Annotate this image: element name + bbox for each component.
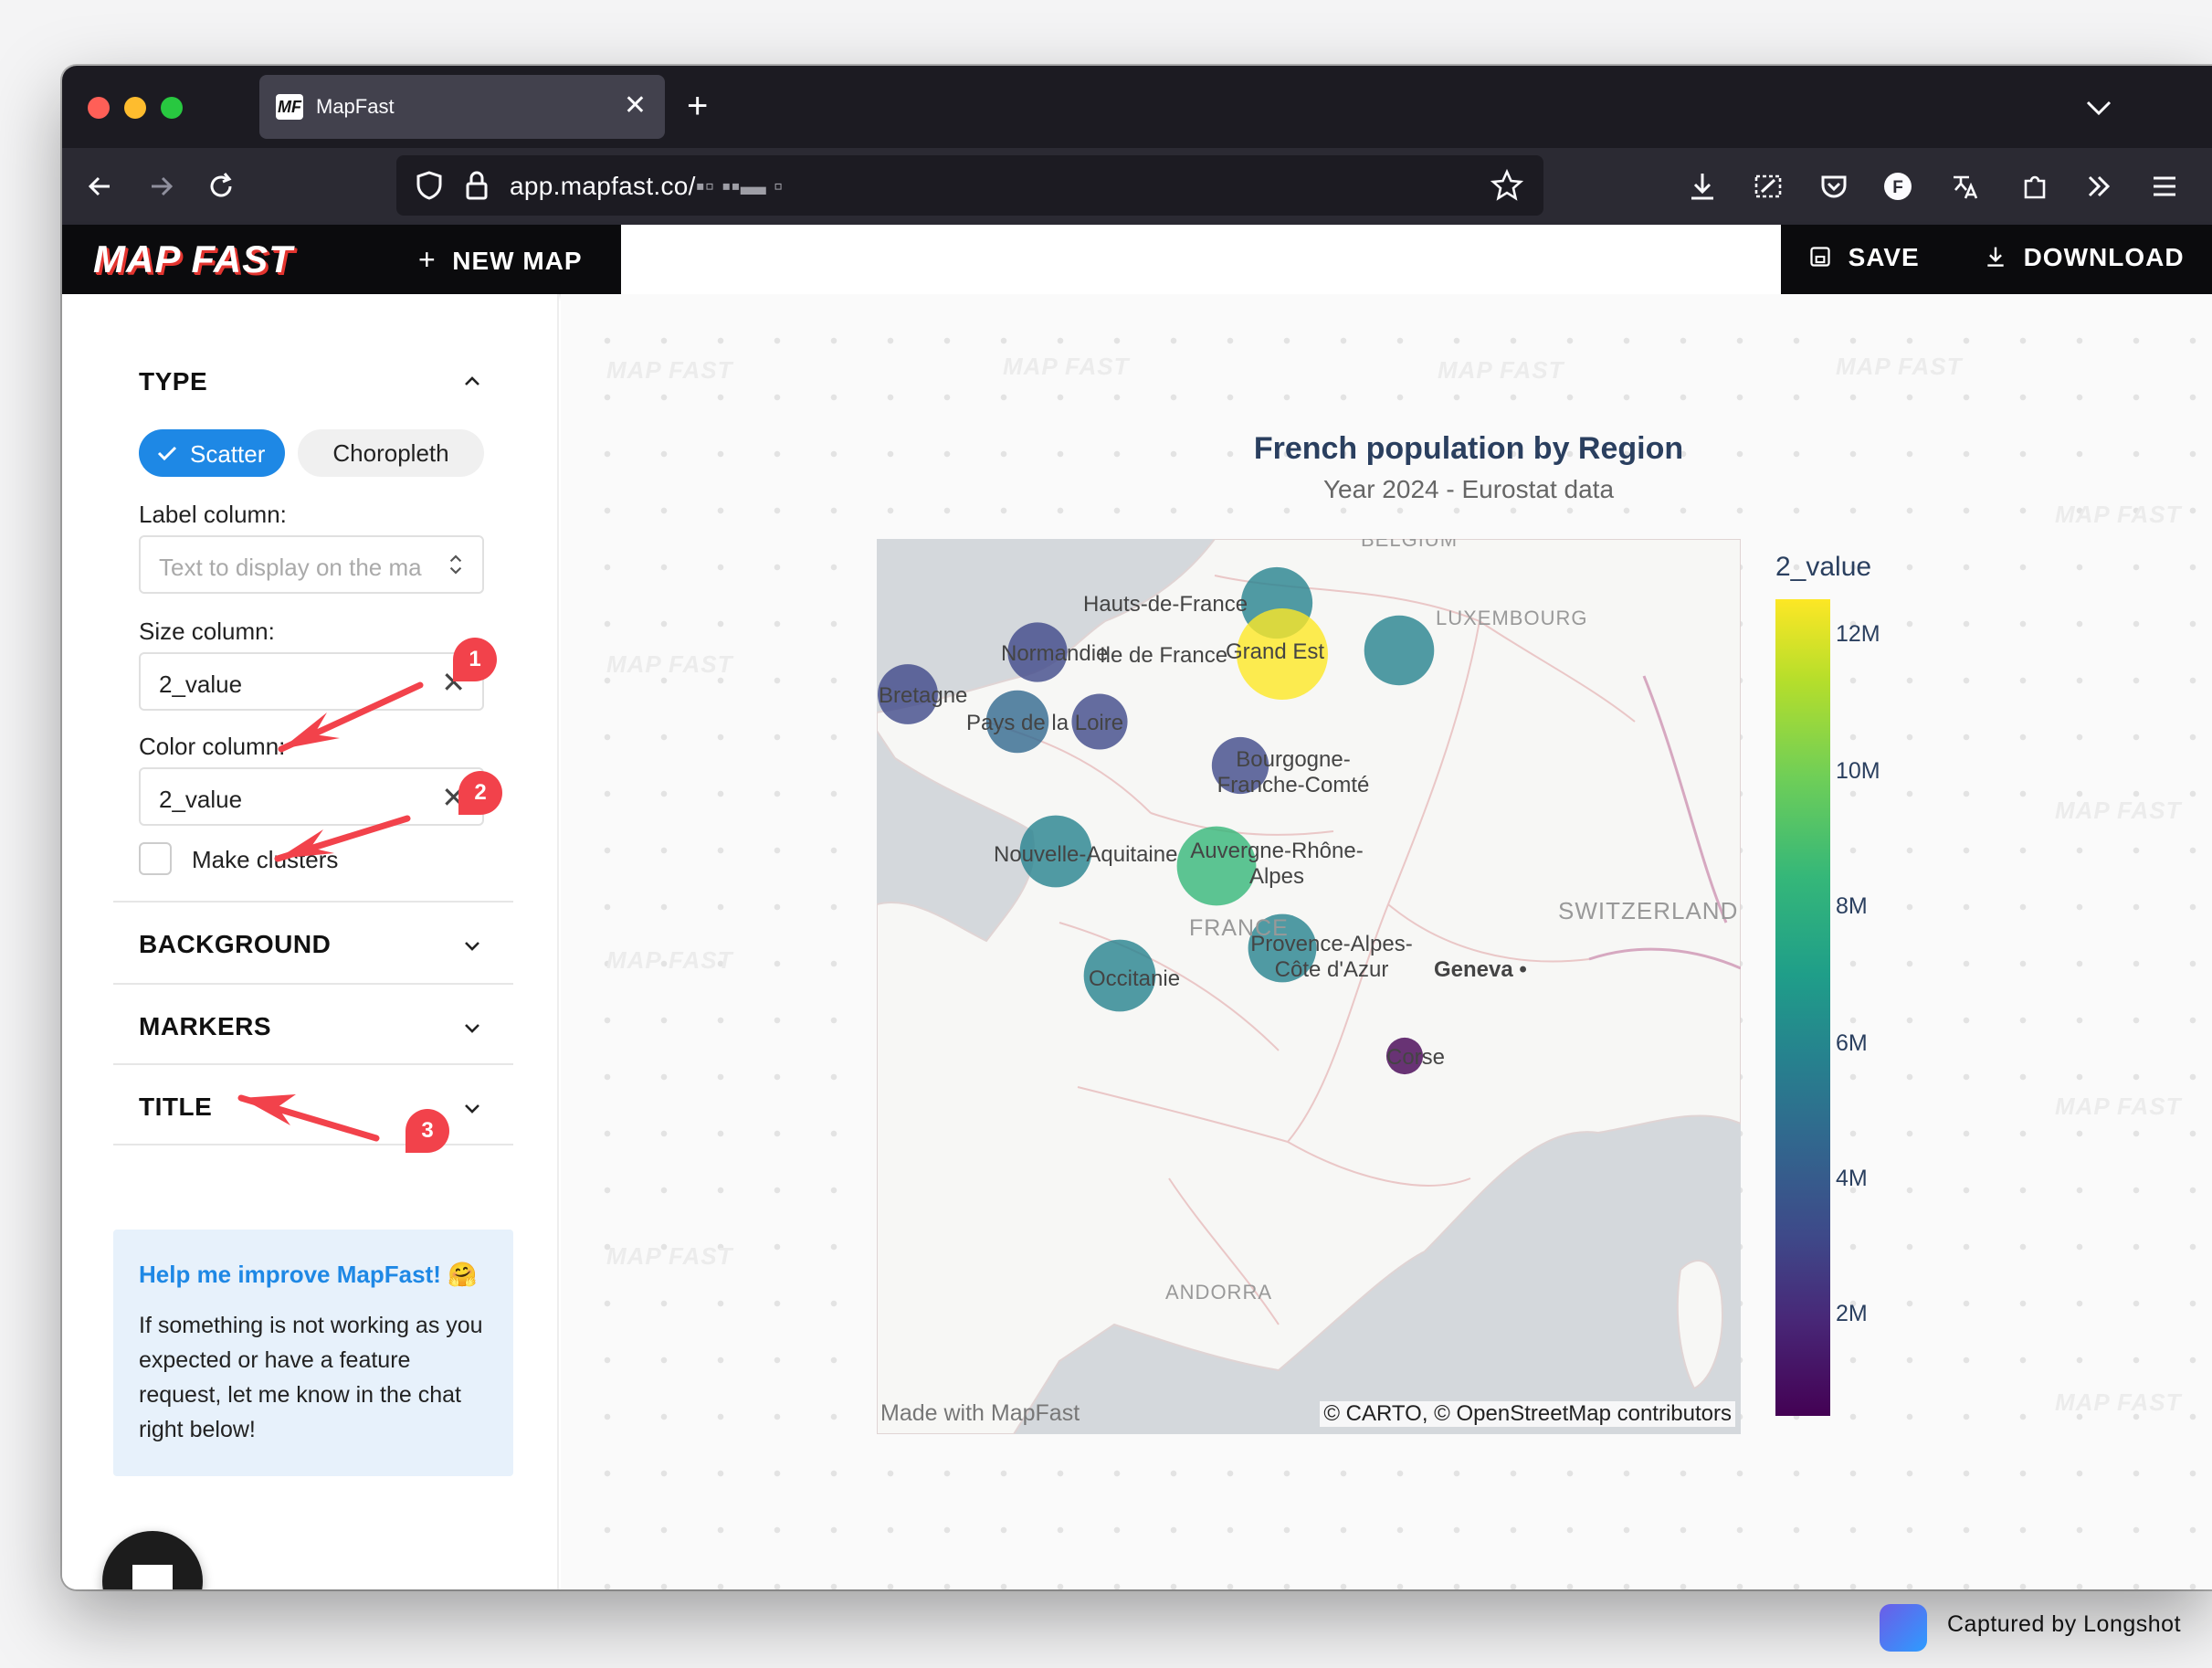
app-header: MAP FAST + NEW MAP SAVE DOWNLOAD bbox=[62, 225, 2212, 294]
watermark: MAP FAST bbox=[1836, 353, 1963, 380]
app-brand-bar: MAP FAST + NEW MAP bbox=[62, 225, 621, 294]
hamburger-menu-icon[interactable] bbox=[2146, 168, 2183, 205]
marker-label: Bourgogne-Franche-Comté bbox=[1217, 747, 1370, 797]
minimize-window-button[interactable] bbox=[124, 97, 146, 119]
watermark: MAP FAST bbox=[2055, 1093, 2182, 1120]
floppy-disk-icon bbox=[1810, 247, 1830, 267]
new-map-button[interactable]: + NEW MAP bbox=[418, 243, 583, 277]
mapfast-logo[interactable]: MAP FAST bbox=[93, 238, 293, 281]
close-tab-icon[interactable]: ✕ bbox=[624, 90, 647, 122]
forward-arrow-icon[interactable] bbox=[142, 168, 179, 205]
marker-label: Nouvelle-Aquitaine bbox=[994, 842, 1178, 867]
logo-text: MAP FAST bbox=[93, 238, 293, 280]
annotation-arrows bbox=[237, 681, 424, 1142]
downloads-icon[interactable] bbox=[1684, 168, 1721, 205]
watermark: MAP FAST bbox=[2055, 501, 2182, 528]
map-title[interactable]: French population by Region bbox=[1195, 431, 1743, 467]
watermark: MAP FAST bbox=[606, 946, 733, 974]
colorbar-tick-label: 4M bbox=[1836, 1166, 1868, 1191]
marker-label: Auvergne-Rhône-Alpes bbox=[1190, 839, 1364, 889]
tab-list-chevron-icon[interactable] bbox=[2080, 90, 2117, 126]
reload-icon[interactable] bbox=[203, 168, 239, 205]
annotation-badge-3: 3 bbox=[406, 1109, 449, 1153]
tab-title: MapFast bbox=[316, 95, 395, 118]
pocket-icon[interactable] bbox=[1816, 168, 1852, 205]
marker-label: Corse bbox=[1386, 1045, 1446, 1070]
download-label: DOWNLOAD bbox=[2023, 243, 2185, 271]
profile-avatar-icon[interactable]: F bbox=[1880, 168, 1916, 205]
marker-label: Bretagne bbox=[879, 683, 968, 708]
header-actions: SAVE DOWNLOAD bbox=[1781, 225, 2212, 294]
marker-label: Provence-Alpes-Côte d'Azur bbox=[1250, 932, 1413, 982]
marker-label: Grand Est bbox=[1226, 639, 1325, 664]
colorbar-tick-label: 10M bbox=[1836, 758, 1880, 784]
browser-tab-bar: MF MapFast ✕ + bbox=[62, 66, 2212, 148]
annotation-badge-1: 1 bbox=[453, 638, 497, 681]
marker-label: Pays de la Loire bbox=[966, 711, 1124, 735]
save-label: SAVE bbox=[1848, 243, 1920, 271]
chat-launcher-button[interactable] bbox=[102, 1531, 203, 1589]
shield-icon[interactable] bbox=[411, 167, 448, 204]
zoom-window-button[interactable] bbox=[161, 97, 183, 119]
watermark: MAP FAST bbox=[1003, 353, 1130, 380]
marker-label: Normandie bbox=[1001, 641, 1109, 666]
capture-credit: Captured by Longshot bbox=[1947, 1611, 2182, 1637]
browser-window: MF MapFast ✕ + app.mapfast.co/▪▫ ▪▪▬ ▫ F… bbox=[62, 66, 2212, 1589]
plus-icon: + bbox=[418, 243, 437, 276]
made-with-credit: Made with MapFast bbox=[880, 1400, 1080, 1426]
url-domain: app.mapfast.co/ bbox=[510, 172, 696, 200]
save-button[interactable]: SAVE bbox=[1808, 243, 1920, 272]
download-button[interactable]: DOWNLOAD bbox=[1984, 243, 2185, 272]
translate-icon[interactable] bbox=[1947, 168, 1984, 205]
browser-nav-bar: app.mapfast.co/▪▫ ▪▪▬ ▫ F bbox=[62, 148, 2212, 225]
browser-tab[interactable]: MF MapFast ✕ bbox=[259, 75, 665, 139]
watermark: MAP FAST bbox=[606, 1242, 733, 1270]
annotation-badge-2: 2 bbox=[458, 771, 502, 815]
osm-attribution[interactable]: © CARTO, © OpenStreetMap contributors bbox=[1320, 1401, 1735, 1427]
help-title: Help me improve MapFast! 🤗 bbox=[139, 1261, 478, 1288]
extensions-puzzle-icon[interactable] bbox=[2017, 168, 2053, 205]
url-path-redacted: ▪▫ ▪▪▬ ▫ bbox=[695, 172, 784, 200]
marker-label: Ile de France bbox=[1100, 643, 1228, 668]
colorbar-tick-label: 8M bbox=[1836, 893, 1868, 919]
colorbar-tick-label: 2M bbox=[1836, 1301, 1868, 1326]
watermark: MAP FAST bbox=[606, 650, 733, 678]
longshot-logo-icon bbox=[1880, 1604, 1927, 1652]
watermark: MAP FAST bbox=[606, 356, 733, 384]
chat-bubble-icon bbox=[132, 1565, 173, 1589]
help-callout: Help me improve MapFast! 🤗 If something … bbox=[113, 1230, 513, 1476]
url-bar[interactable]: app.mapfast.co/▪▫ ▪▪▬ ▫ bbox=[396, 155, 1543, 216]
url-text[interactable]: app.mapfast.co/▪▫ ▪▪▬ ▫ bbox=[510, 172, 783, 201]
point-labels-layer: Hauts-de-France Ile de France Grand Est Nor… bbox=[877, 539, 1741, 1434]
back-arrow-icon[interactable] bbox=[82, 168, 119, 205]
mapfast-favicon-icon: MF bbox=[276, 94, 303, 120]
map-subtitle[interactable]: Year 2024 - Eurostat data bbox=[1195, 475, 1743, 504]
download-icon bbox=[1987, 247, 2004, 267]
marker-label: Occitanie bbox=[1089, 966, 1181, 991]
colorbar-title: 2_value bbox=[1775, 552, 1872, 582]
screenshot-icon[interactable] bbox=[1750, 168, 1786, 205]
lock-icon[interactable] bbox=[458, 167, 495, 204]
marker-label: Hauts-de-France bbox=[1083, 592, 1248, 617]
bookmark-star-icon[interactable] bbox=[1489, 167, 1525, 204]
watermark: MAP FAST bbox=[1438, 356, 1564, 384]
colorbar bbox=[1775, 599, 1830, 1416]
colorbar-tick-label: 12M bbox=[1836, 621, 1880, 647]
close-window-button[interactable] bbox=[88, 97, 110, 119]
help-body: If something is not working as you expec… bbox=[139, 1313, 483, 1442]
watermark: MAP FAST bbox=[2055, 1388, 2182, 1416]
overflow-chevrons-icon[interactable] bbox=[2080, 168, 2117, 205]
watermark: MAP FAST bbox=[2055, 797, 2182, 824]
colorbar-tick-label: 6M bbox=[1836, 1030, 1868, 1056]
profile-initial: F bbox=[1892, 178, 1903, 197]
map-canvas: MAP FAST MAP FAST MAP FAST MAP FAST MAP … bbox=[561, 294, 2212, 1589]
new-tab-icon[interactable]: + bbox=[687, 86, 708, 126]
new-map-label: NEW MAP bbox=[452, 247, 583, 275]
settings-sidebar: TYPE Scatter Choropleth Label column: Te… bbox=[62, 294, 559, 1589]
map-view[interactable]: BELGIUM LUXEMBOURG FRANCE SWITZERLAND Ge… bbox=[877, 539, 1741, 1434]
